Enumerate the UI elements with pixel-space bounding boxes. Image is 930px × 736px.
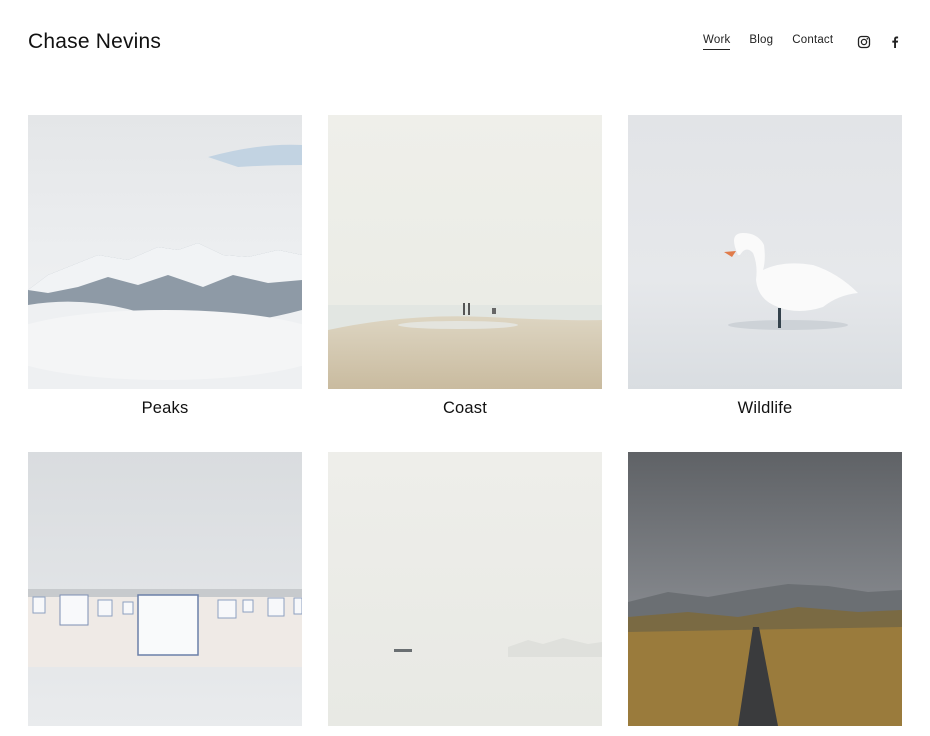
gallery-caption: Peaks: [141, 399, 189, 417]
instagram-icon[interactable]: [857, 35, 871, 49]
coast-image: [328, 115, 602, 389]
facebook-icon[interactable]: [888, 35, 902, 49]
nav-item-contact[interactable]: Contact: [792, 34, 833, 50]
beach-chairs-image: [28, 452, 302, 726]
gallery-item-wildlife[interactable]: Wildlife: [628, 115, 902, 418]
site-title[interactable]: Chase Nevins: [28, 30, 161, 54]
nav-item-work[interactable]: Work: [703, 34, 731, 50]
gallery-item-peaks[interactable]: Peaks: [28, 115, 302, 418]
main-nav: Work Blog Contact: [703, 34, 833, 50]
mountain-road-image: [628, 452, 902, 726]
gallery-item-4[interactable]: [28, 452, 302, 736]
gallery-caption: Wildlife: [737, 399, 793, 417]
misty-sea-image: [328, 452, 602, 726]
wildlife-image: [628, 115, 902, 389]
gallery-caption: Coast: [442, 399, 488, 417]
gallery-item-5[interactable]: [328, 452, 602, 736]
social-links: [857, 35, 902, 49]
gallery-item-6[interactable]: [628, 452, 902, 736]
gallery-item-coast[interactable]: Coast: [328, 115, 602, 418]
nav-item-blog[interactable]: Blog: [749, 34, 773, 50]
peaks-image: [28, 115, 302, 389]
